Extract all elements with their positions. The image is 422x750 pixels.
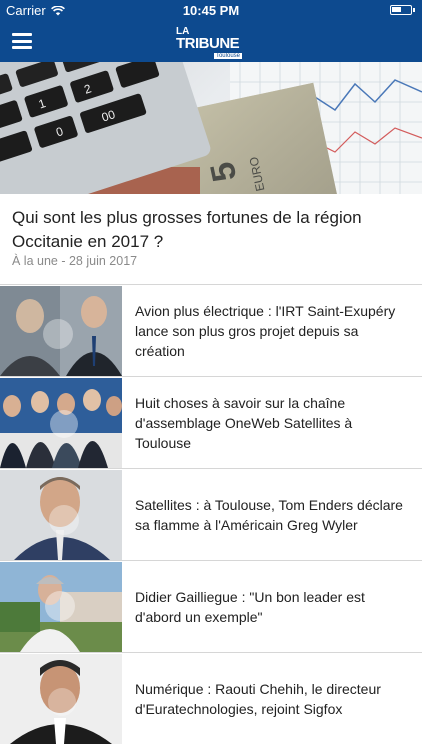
article-thumbnail bbox=[0, 470, 122, 560]
article-list-item[interactable]: Huit choses à savoir sur la chaîne d'ass… bbox=[0, 376, 422, 468]
article-list: Avion plus électrique : l'IRT Saint-Exup… bbox=[0, 284, 422, 744]
status-bar: Carrier 10:45 PM bbox=[0, 0, 422, 22]
featured-article-meta: À la une - 28 juin 2017 bbox=[12, 254, 138, 268]
article-list-item[interactable]: Didier Gailliegue : "Un bon leader est d… bbox=[0, 560, 422, 652]
article-list-item[interactable]: Avion plus électrique : l'IRT Saint-Exup… bbox=[0, 284, 422, 376]
article-thumbnail bbox=[0, 654, 122, 744]
la-tribune-logo[interactable]: LA TRIBUNE Toulouse bbox=[176, 27, 242, 59]
article-list-item[interactable]: Satellites : à Toulouse, Tom Enders décl… bbox=[0, 468, 422, 560]
featured-article-image[interactable]: 5 EURO 1 2 00 0 5 bbox=[0, 62, 422, 194]
article-list-item[interactable]: Numérique : Raouti Chehih, le directeur … bbox=[0, 652, 422, 744]
article-thumbnail bbox=[0, 378, 122, 468]
article-title: Satellites : à Toulouse, Tom Enders décl… bbox=[135, 496, 403, 533]
nav-bar: LA TRIBUNE Toulouse bbox=[0, 22, 422, 62]
article-title: Didier Gailliegue : "Un bon leader est d… bbox=[135, 588, 365, 625]
hamburger-menu-icon[interactable] bbox=[12, 33, 32, 49]
featured-article-title[interactable]: Qui sont les plus grosses fortunes de la… bbox=[12, 206, 410, 254]
article-thumbnail bbox=[0, 562, 122, 652]
article-thumbnail bbox=[0, 286, 122, 376]
article-title: Huit choses à savoir sur la chaîne d'ass… bbox=[135, 394, 353, 451]
clock: 10:45 PM bbox=[182, 3, 240, 18]
calculator-banknotes-image: 5 EURO 1 2 00 0 5 bbox=[0, 62, 422, 194]
article-title: Numérique : Raouti Chehih, le directeur … bbox=[135, 680, 381, 717]
article-title: Avion plus électrique : l'IRT Saint-Exup… bbox=[135, 302, 396, 359]
battery-icon bbox=[390, 5, 415, 15]
